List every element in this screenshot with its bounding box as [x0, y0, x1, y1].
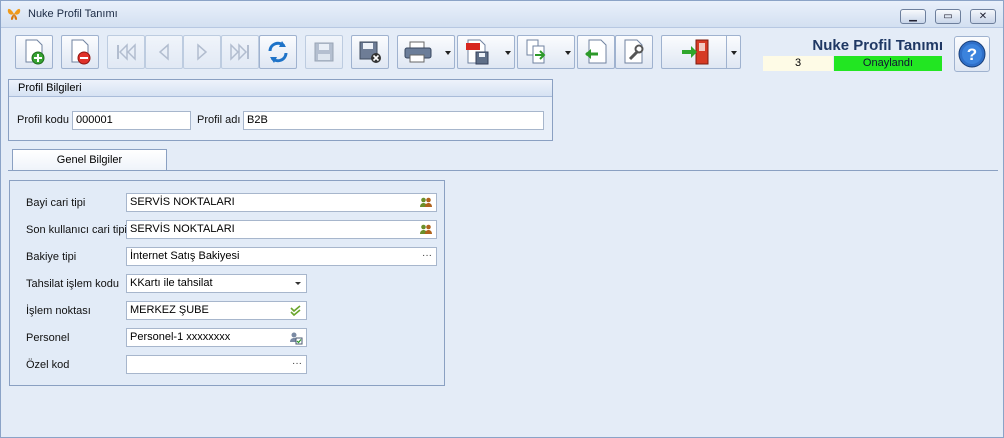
general-info-group: Bayi cari tipi SERVİS NOKTALARI Son kull… — [9, 180, 445, 386]
import-icon — [585, 39, 607, 64]
butterfly-icon — [7, 8, 21, 20]
chevron-down-icon — [565, 51, 571, 55]
personnel-label: Personel — [26, 332, 70, 344]
collection-code-value: KKartı ile tahsilat — [130, 277, 213, 289]
tab-general[interactable]: Genel Bilgiler — [12, 149, 167, 171]
delete-button[interactable] — [61, 35, 99, 69]
printer-icon — [404, 41, 432, 63]
status-badge: Onaylandı — [834, 56, 942, 71]
chevron-down-icon — [731, 51, 737, 55]
dealer-type-field[interactable]: SERVİS NOKTALARI — [126, 193, 437, 212]
save-button[interactable] — [305, 35, 343, 69]
balance-type-field[interactable]: İnternet Satış Bakiyesi ··· — [126, 247, 437, 266]
minimize-button[interactable]: ▁ — [900, 9, 926, 24]
profile-code-label: Profil kodu — [17, 114, 69, 126]
refresh-button[interactable] — [259, 35, 297, 69]
copy-document-icon — [526, 39, 546, 64]
close-button[interactable]: ✕ — [970, 9, 996, 24]
print-button[interactable] — [397, 35, 455, 69]
enduser-type-field[interactable]: SERVİS NOKTALARI — [126, 220, 437, 239]
split-divider — [726, 36, 727, 68]
cancel-button[interactable] — [351, 35, 389, 69]
next-record-button[interactable] — [183, 35, 221, 69]
exit-door-icon — [682, 39, 709, 65]
group-users-icon[interactable] — [419, 223, 433, 237]
copy-button[interactable] — [517, 35, 575, 69]
transaction-point-field[interactable]: MERKEZ ŞUBE — [126, 301, 307, 320]
help-icon: ? — [958, 40, 986, 68]
profile-name-field[interactable]: B2B — [243, 111, 544, 130]
special-code-label: Özel kod — [26, 359, 70, 371]
balance-type-label: Bakiye tipi — [26, 251, 77, 263]
svg-text:?: ? — [967, 45, 977, 64]
double-check-icon[interactable] — [289, 304, 303, 318]
window-title: Nuke Profil Tanımı — [28, 8, 118, 20]
profile-name-label: Profil adı — [197, 114, 241, 126]
refresh-icon — [268, 41, 288, 63]
profile-name-value: B2B — [247, 114, 268, 126]
balance-type-value: İnternet Satış Bakiyesi — [130, 250, 240, 262]
settings-button[interactable] — [615, 35, 653, 69]
minimize-icon: ▁ — [909, 11, 917, 22]
next-record-icon — [197, 43, 208, 61]
group-header: Profil Bilgileri — [9, 80, 552, 97]
dealer-type-value: SERVİS NOKTALARI — [130, 196, 235, 208]
import-button[interactable] — [577, 35, 615, 69]
first-record-button[interactable] — [107, 35, 145, 69]
tab-divider — [8, 170, 998, 171]
profile-info-group: Profil Bilgileri Profil kodu 000001 Prof… — [8, 79, 553, 141]
title-bar: Nuke Profil Tanımı ▁ ▭ ✕ — [1, 1, 1003, 28]
main-window: Nuke Profil Tanımı ▁ ▭ ✕ Nuke Profil Tan… — [0, 0, 1004, 438]
personnel-value: Personel-1 xxxxxxxx — [130, 331, 231, 343]
status-number: 3 — [763, 56, 833, 71]
previous-record-button[interactable] — [145, 35, 183, 69]
exit-button[interactable] — [661, 35, 741, 69]
dealer-type-label: Bayi cari tipi — [26, 197, 86, 209]
maximize-button[interactable]: ▭ — [935, 9, 961, 24]
new-button[interactable] — [15, 35, 53, 69]
enduser-type-value: SERVİS NOKTALARI — [130, 223, 235, 235]
group-title: Profil Bilgileri — [18, 82, 82, 94]
pdf-save-icon — [466, 39, 489, 65]
close-icon: ✕ — [978, 11, 988, 22]
profile-code-field[interactable]: 000001 — [72, 111, 191, 130]
form-title: Nuke Profil Tanımı — [812, 37, 943, 54]
last-record-icon — [230, 43, 249, 61]
group-users-icon[interactable] — [419, 196, 433, 210]
help-button[interactable]: ? — [954, 36, 990, 72]
transaction-point-label: İşlem noktası — [26, 305, 91, 317]
collection-code-label: Tahsilat işlem kodu — [26, 278, 119, 290]
special-code-field[interactable]: ··· — [126, 355, 307, 374]
save-cancel-icon — [359, 41, 381, 63]
previous-record-icon — [158, 43, 169, 61]
profile-code-value: 000001 — [76, 114, 113, 126]
save-icon — [314, 42, 334, 62]
transaction-point-value: MERKEZ ŞUBE — [130, 304, 209, 316]
tools-icon — [624, 39, 644, 64]
collection-code-select[interactable]: KKartı ile tahsilat — [126, 274, 307, 293]
personnel-field[interactable]: Personel-1 xxxxxxxx — [126, 328, 307, 347]
chevron-down-icon — [505, 51, 511, 55]
chevron-down-icon — [445, 51, 451, 55]
ellipsis-icon[interactable]: ··· — [422, 247, 432, 264]
pdf-button[interactable] — [457, 35, 515, 69]
chevron-down-icon[interactable] — [295, 282, 301, 285]
document-delete-icon — [71, 39, 91, 65]
enduser-type-label: Son kullanıcı cari tipi — [26, 224, 127, 236]
document-add-icon — [25, 39, 45, 65]
first-record-icon — [117, 43, 136, 61]
user-search-icon[interactable] — [289, 331, 303, 345]
last-record-button[interactable] — [221, 35, 259, 69]
ellipsis-icon[interactable]: ··· — [292, 355, 302, 372]
maximize-icon: ▭ — [943, 11, 953, 22]
